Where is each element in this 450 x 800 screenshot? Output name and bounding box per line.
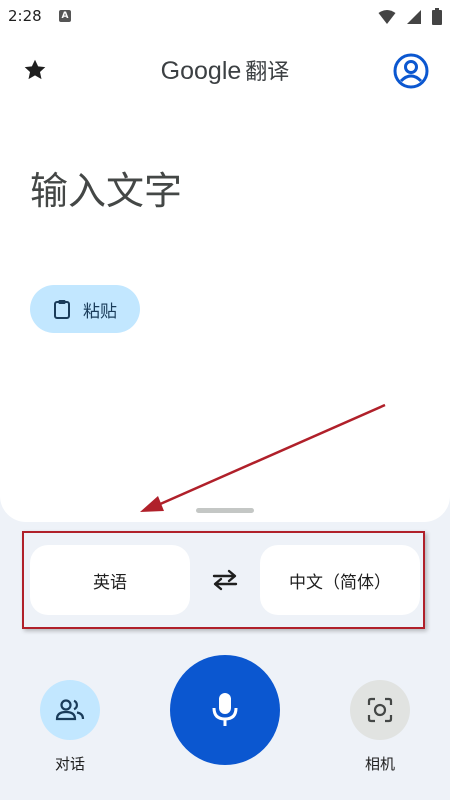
account-icon	[393, 53, 429, 89]
text-input-sheet: Google 翻译 输入文字 粘贴	[0, 32, 450, 522]
status-time: 2:28	[8, 7, 42, 25]
account-button[interactable]	[392, 52, 430, 90]
app-title-suffix: 翻译	[245, 60, 290, 85]
drag-handle[interactable]	[196, 508, 254, 513]
microphone-button[interactable]	[170, 655, 280, 765]
app-title: Google 翻译	[0, 54, 450, 86]
target-language-button[interactable]: 中文（简体）	[260, 545, 420, 615]
signal-icon	[407, 9, 421, 24]
wifi-icon	[378, 9, 396, 24]
status-bar: 2:28 A	[0, 0, 450, 32]
camera-lens-icon	[367, 697, 393, 723]
paste-label: 粘贴	[83, 301, 117, 322]
clipboard-icon	[54, 300, 70, 319]
app-title-brand: Google	[160, 57, 242, 85]
swap-arrows-icon	[212, 569, 238, 591]
source-language-button[interactable]: 英语	[30, 545, 190, 615]
conversation-button[interactable]	[40, 680, 100, 740]
source-language-label: 英语	[93, 572, 127, 593]
target-language-label: 中文（简体）	[289, 572, 391, 593]
paste-button[interactable]: 粘贴	[30, 285, 140, 333]
camera-button[interactable]	[350, 680, 410, 740]
people-icon	[55, 699, 85, 721]
text-input-placeholder[interactable]: 输入文字	[30, 160, 182, 215]
app-bar: Google 翻译	[0, 32, 450, 106]
conversation-label: 对话	[54, 755, 85, 773]
swap-languages-button[interactable]	[210, 568, 240, 592]
battery-icon	[432, 8, 442, 25]
status-indicators	[378, 8, 442, 25]
camera-label: 相机	[364, 755, 395, 773]
microphone-icon	[212, 693, 238, 726]
notification-app-icon: A	[59, 10, 71, 22]
